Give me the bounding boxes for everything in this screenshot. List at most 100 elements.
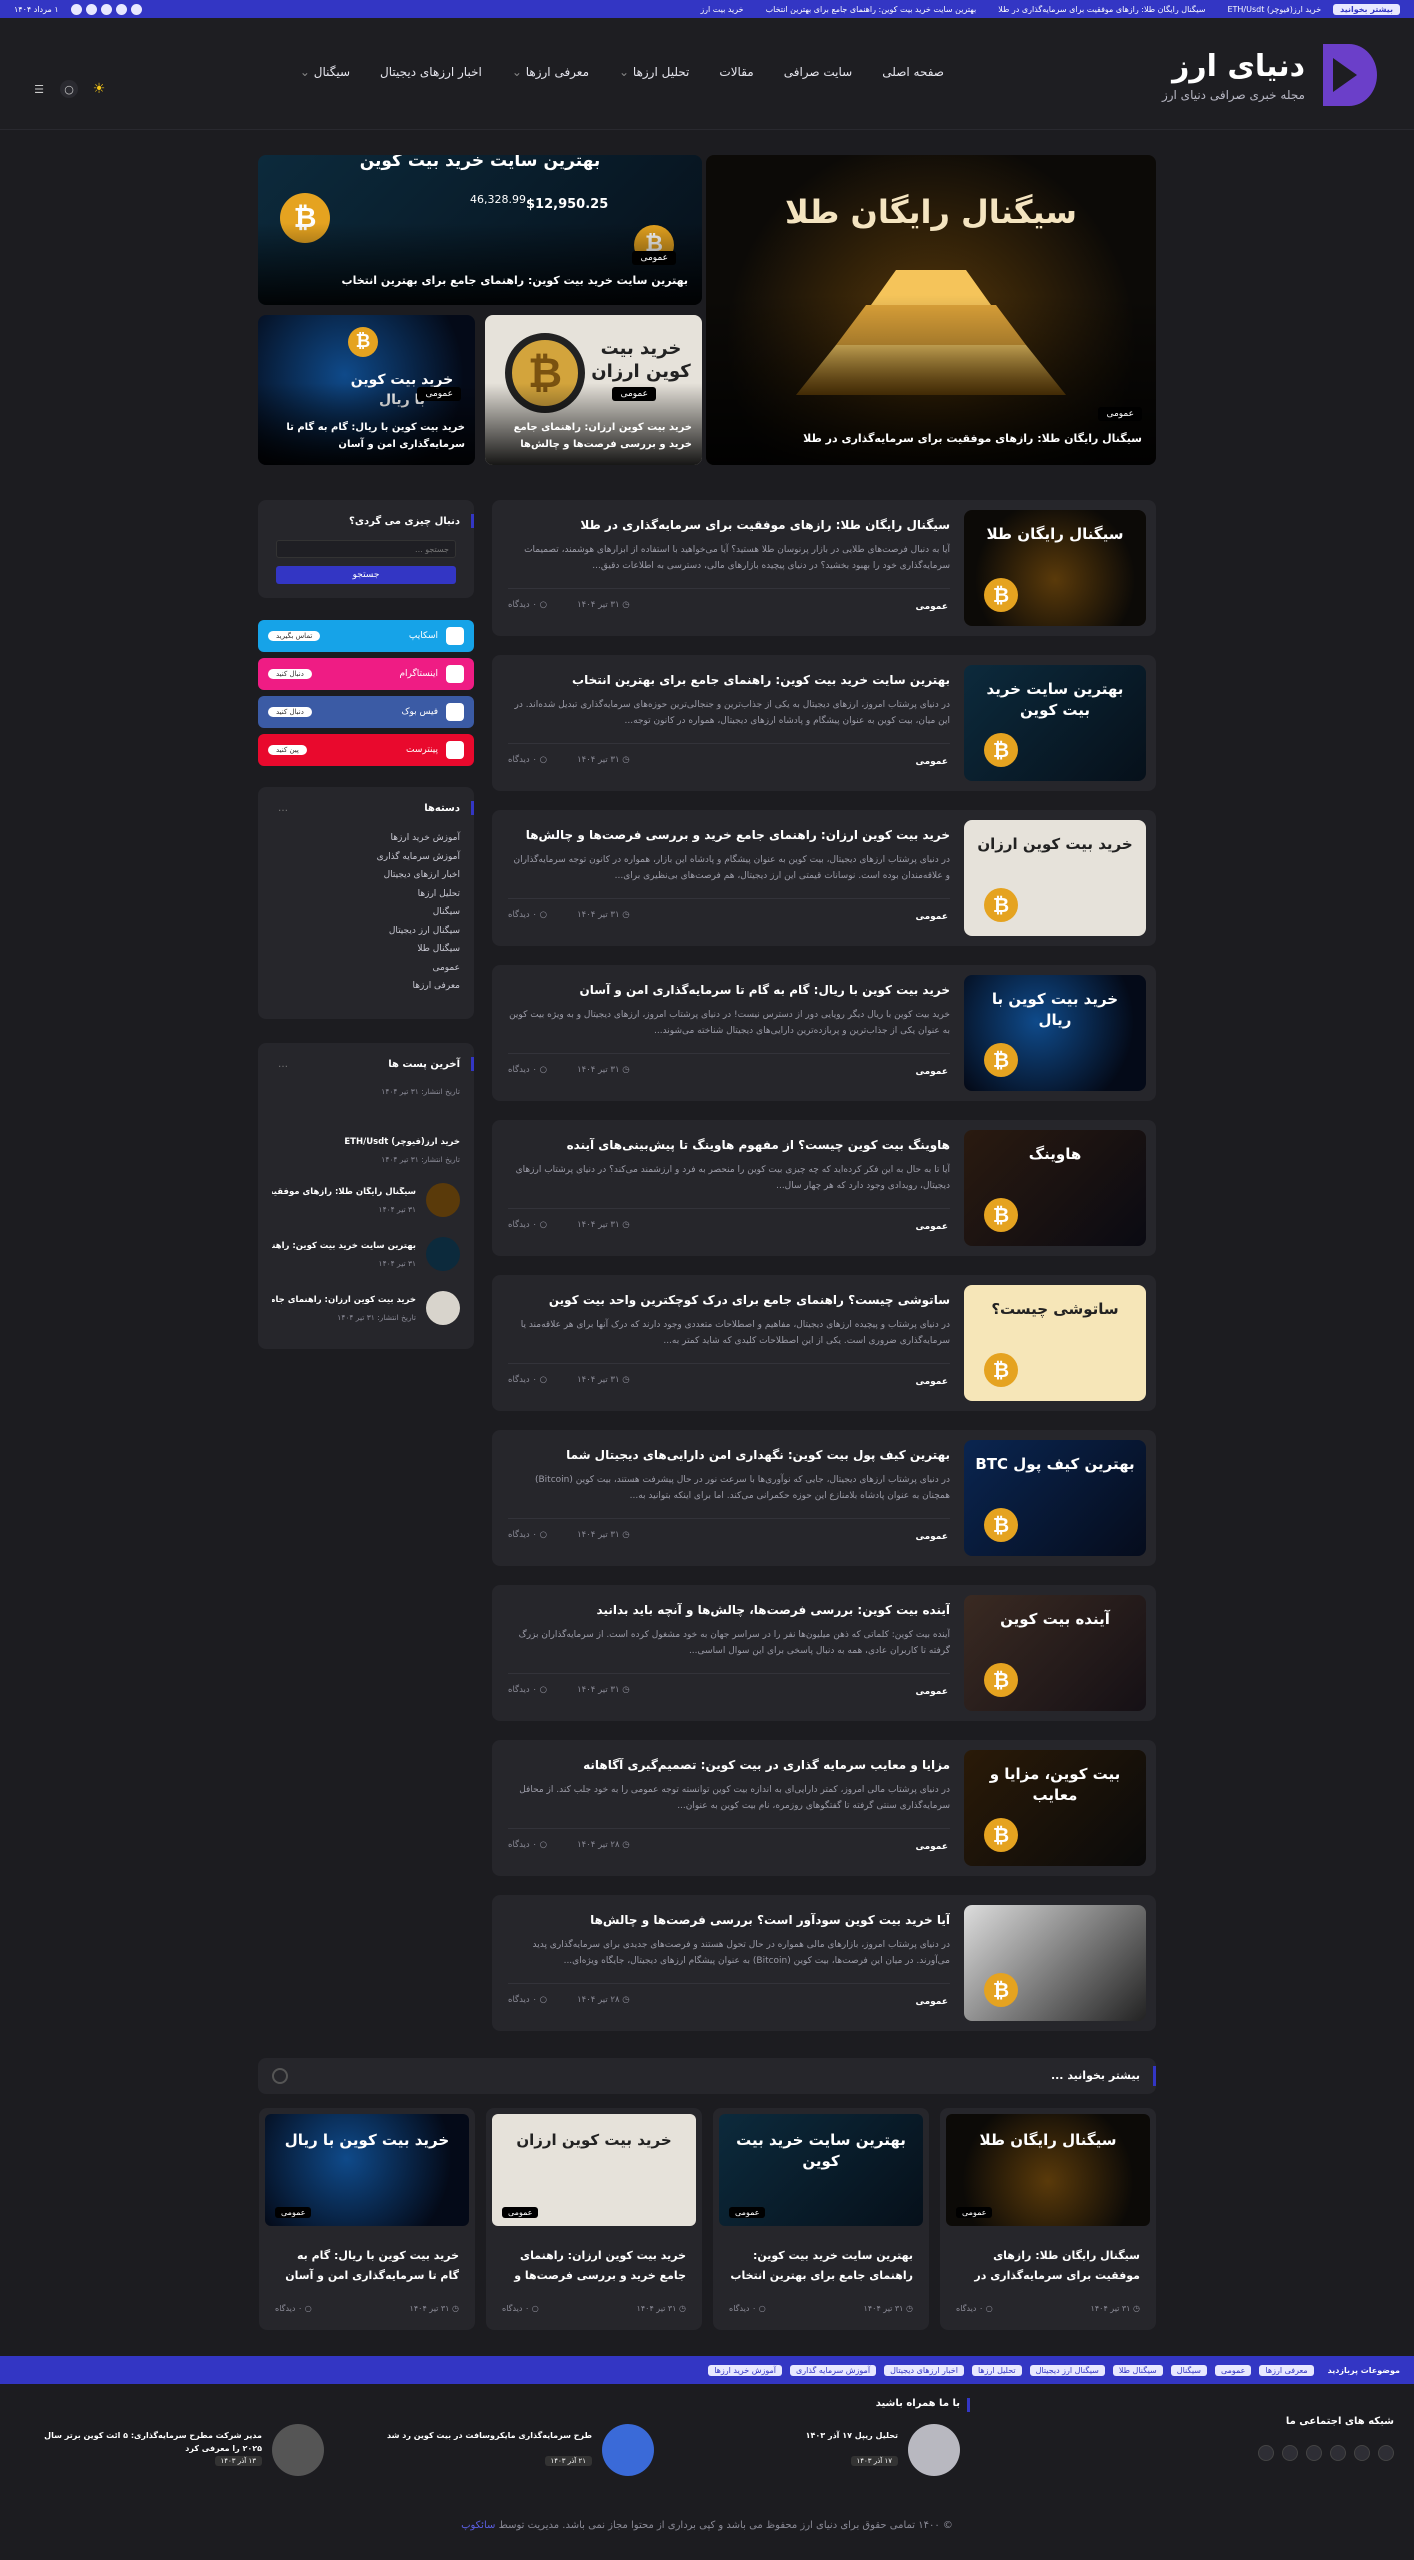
more-card[interactable]: بهترین سایت خرید بیت کوین عمومی بهترین سای…	[713, 2108, 929, 2330]
post-thumbnail[interactable]: ₿	[964, 1905, 1146, 2021]
post-title[interactable]: آینده بیت کوین: بررسی فرصت‌ها، چالش‌ها و…	[508, 1603, 950, 1617]
post-comments[interactable]: ○ ۰ دیدگاه	[508, 1220, 547, 1230]
category-item[interactable]: سیگنال ارز دیجیتال	[377, 926, 460, 936]
hero-main[interactable]: سیگنال رایگان طلا عمومی سیگنال رایگان طل…	[706, 155, 1156, 465]
post-title[interactable]: بهترین کیف پول بیت کوین: نگهداری امن دار…	[508, 1448, 950, 1462]
ticker-item[interactable]: بهترین سایت خرید بیت کوین: راهنمای جامع …	[766, 5, 977, 14]
footer-news-thumb[interactable]	[272, 2424, 324, 2476]
post-thumbnail[interactable]: بیت کوین، مزایا و معایب ₿	[964, 1750, 1146, 1866]
ticker-item[interactable]: خرید ارز(فیوچر) ETH/Usdt	[1227, 5, 1321, 14]
more-title[interactable]: سیگنال رایگان طلا: رازهای موفقیت برای سر…	[956, 2246, 1140, 2290]
more-comments[interactable]: ○ ۰ دیدگاه	[275, 2304, 312, 2313]
latest-post-item[interactable]: سیگنال رایگان طلا: رازهای موفقیت ... ۳۱ ت…	[272, 1183, 460, 1223]
category-badge[interactable]: عمومی	[417, 387, 461, 401]
ticker-item[interactable]: سیگنال رایگان طلا: رازهای موفقیت برای سر…	[998, 5, 1205, 14]
instagram-icon[interactable]	[1378, 2445, 1394, 2461]
tag-chip[interactable]: آموزش سرمایه گذاری	[789, 2364, 877, 2376]
footer-news-thumb[interactable]	[908, 2424, 960, 2476]
latest-post-title[interactable]: خرید ارز(فیوچر) ETH/Usdt	[272, 1137, 460, 1147]
post-title[interactable]: ساتوشی چیست؟ راهنمای جامع برای درک کوچکت…	[508, 1293, 950, 1307]
latest-post-title[interactable]: بهترین سایت خرید بیت کوین: راهنما...	[272, 1241, 416, 1251]
post-card[interactable]: سیگنال رایگان طلا ₿ سیگنال رایگان طلا: راز…	[492, 500, 1156, 636]
more-card[interactable]: خرید بیت کوین با ریال عمومی خرید بیت کوین …	[259, 2108, 475, 2330]
post-thumbnail[interactable]: خرید بیت کوین با ریال ₿	[964, 975, 1146, 1091]
hero-top[interactable]: بهترین سایت خرید بیت کوین ₿ ₿ 46,328.99 …	[258, 155, 702, 305]
post-comments[interactable]: ○ ۰ دیدگاه	[508, 1375, 547, 1385]
latest-post-thumb[interactable]	[426, 1183, 460, 1217]
post-card[interactable]: آینده بیت کوین ₿ آینده بیت کوین: بررسی فرص…	[492, 1585, 1156, 1721]
post-comments[interactable]: ○ ۰ دیدگاه	[508, 910, 547, 920]
tag-chip[interactable]: آموزش خرید ارزها	[708, 2364, 782, 2376]
tag-chip[interactable]: سیگنال	[1170, 2364, 1207, 2376]
nav-analysis[interactable]: تحلیل ارزها	[619, 65, 690, 79]
more-thumbnail[interactable]: خرید بیت کوین با ریال عمومی	[265, 2114, 469, 2226]
tag-chip[interactable]: تحلیل ارزها	[971, 2364, 1022, 2376]
post-comments[interactable]: ○ ۰ دیدگاه	[508, 1995, 547, 2005]
telegram-icon[interactable]	[1282, 2445, 1298, 2461]
site-logo[interactable]: دنیای ارز مجله خبری صرافی دنیای ارز	[1162, 40, 1379, 110]
post-comments[interactable]: ○ ۰ دیدگاه	[508, 755, 547, 765]
post-comments[interactable]: ○ ۰ دیدگاه	[508, 1685, 547, 1695]
more-comments[interactable]: ○ ۰ دیدگاه	[502, 2304, 539, 2313]
pinterest-icon[interactable]	[70, 3, 82, 15]
post-comments[interactable]: ○ ۰ دیدگاه	[508, 1530, 547, 1540]
footer-news-title[interactable]: طرح سرمایه‌گذاری مایکروسافت در بیت کوین …	[374, 2430, 592, 2443]
tag-chip[interactable]: سیگنال ارز دیجیتال	[1029, 2364, 1105, 2376]
post-title[interactable]: خرید بیت کوین ارزان: راهنمای جامع خرید و…	[508, 828, 950, 842]
more-card[interactable]: سیگنال رایگان طلا عمومی سیگنال رایگان طلا:…	[940, 2108, 1156, 2330]
whatsapp-icon[interactable]	[1330, 2445, 1346, 2461]
brand-link[interactable]: سائکوپ	[461, 2520, 495, 2531]
hero-s2-title[interactable]: خرید بیت کوین با ریال: گام به گام تا سرم…	[268, 419, 465, 453]
post-title[interactable]: خرید بیت کوین با ریال: گام به گام تا سرم…	[508, 983, 950, 997]
more-title[interactable]: بهترین سایت خرید بیت کوین: راهنمای جامع …	[729, 2246, 913, 2290]
category-item[interactable]: اخبار ارزهای دیجیتال	[377, 870, 460, 880]
category-badge[interactable]: عمومی	[275, 2207, 312, 2218]
pinterest-icon[interactable]	[1258, 2445, 1274, 2461]
post-comments[interactable]: ○ ۰ دیدگاه	[508, 600, 547, 610]
category-item[interactable]: سیگنال	[377, 907, 460, 917]
more-thumbnail[interactable]: بهترین سایت خرید بیت کوین عمومی	[719, 2114, 923, 2226]
telegram-icon[interactable]	[85, 3, 97, 15]
post-thumbnail[interactable]: بهترین سایت خرید بیت کوین ₿	[964, 665, 1146, 781]
more-thumbnail[interactable]: سیگنال رایگان طلا عمومی	[946, 2114, 1150, 2226]
ticker-item[interactable]: خرید بیت ارز	[700, 5, 743, 14]
category-badge[interactable]: عمومی	[956, 2207, 993, 2218]
more-thumbnail[interactable]: خرید بیت کوین ارزان عمومی	[492, 2114, 696, 2226]
more-comments[interactable]: ○ ۰ دیدگاه	[729, 2304, 766, 2313]
dribbble-icon[interactable]	[100, 3, 112, 15]
category-badge[interactable]: عمومی	[502, 2207, 539, 2218]
category-item[interactable]: آموزش سرمایه گذاری	[377, 852, 460, 862]
more-card[interactable]: خرید بیت کوین ارزان عمومی خرید بیت کوین ار…	[486, 2108, 702, 2330]
hero-main-title[interactable]: سیگنال رایگان طلا: رازهای موفقیت برای سر…	[720, 430, 1142, 449]
twitter-icon[interactable]	[1354, 2445, 1370, 2461]
nav-articles[interactable]: مقالات	[719, 65, 753, 79]
post-title[interactable]: سیگنال رایگان طلا: رازهای موفقیت برای سر…	[508, 518, 950, 532]
post-comments[interactable]: ○ ۰ دیدگاه	[508, 1065, 547, 1075]
tag-chip[interactable]: سیگنال طلا	[1112, 2364, 1163, 2376]
category-item[interactable]: عمومی	[377, 963, 460, 973]
post-title[interactable]: مزایا و معایب سرمایه گذاری در بیت کوین: …	[508, 1758, 950, 1772]
latest-post-thumb[interactable]	[426, 1291, 460, 1325]
post-thumbnail[interactable]: بهترین کیف پول BTC ₿	[964, 1440, 1146, 1556]
tag-chip[interactable]: معرفی ارزها	[1259, 2364, 1314, 2376]
footer-news-item[interactable]: تحلیل ریپل ۱۷ آذر ۱۴۰۳ ۱۷ آذر ۱۴۰۳	[680, 2420, 960, 2488]
footer-news-thumb[interactable]	[602, 2424, 654, 2476]
post-card[interactable]: بهترین سایت خرید بیت کوین ₿ بهترین سایت خر…	[492, 655, 1156, 791]
post-title[interactable]: بهترین سایت خرید بیت کوین: راهنمای جامع …	[508, 673, 950, 687]
nav-exchange[interactable]: سایت صرافی	[784, 65, 853, 79]
footer-news-title[interactable]: مدیر شرکت مطرح سرمایه‌گذاری: ۵ ائت کوین …	[34, 2430, 262, 2456]
post-card[interactable]: خرید بیت کوین با ریال ₿ خرید بیت کوین با ر…	[492, 965, 1156, 1101]
post-title[interactable]: هاوینگ بیت کوین چیست؟ از مفهوم هاوینگ تا…	[508, 1138, 950, 1152]
category-item[interactable]: آموزش خرید ارزها	[377, 833, 460, 843]
more-title[interactable]: خرید بیت کوین ارزان: راهنمای جامع خرید و…	[502, 2246, 686, 2290]
social-pill[interactable]: دنبال کنید	[268, 669, 312, 679]
category-badge[interactable]: عمومی	[632, 251, 676, 265]
post-card[interactable]: ساتوشی چیست؟ ₿ ساتوشی چیست؟ راهنمای جامع ب…	[492, 1275, 1156, 1411]
search-button[interactable]: جستجو	[276, 566, 456, 584]
post-card[interactable]: بهترین کیف پول BTC ₿ بهترین کیف پول بیت کو…	[492, 1430, 1156, 1566]
category-item[interactable]: تحلیل ارزها	[377, 889, 460, 899]
post-card[interactable]: خرید بیت کوین ارزان ₿ خرید بیت کوین ارزان:…	[492, 810, 1156, 946]
social-button-2[interactable]: فیس بوک دنبال کنید	[258, 696, 474, 728]
post-card[interactable]: بیت کوین، مزایا و معایب ₿ مزایا و معایب سر…	[492, 1740, 1156, 1876]
footer-news-title[interactable]: تحلیل ریپل ۱۷ آذر ۱۴۰۳	[680, 2430, 898, 2443]
